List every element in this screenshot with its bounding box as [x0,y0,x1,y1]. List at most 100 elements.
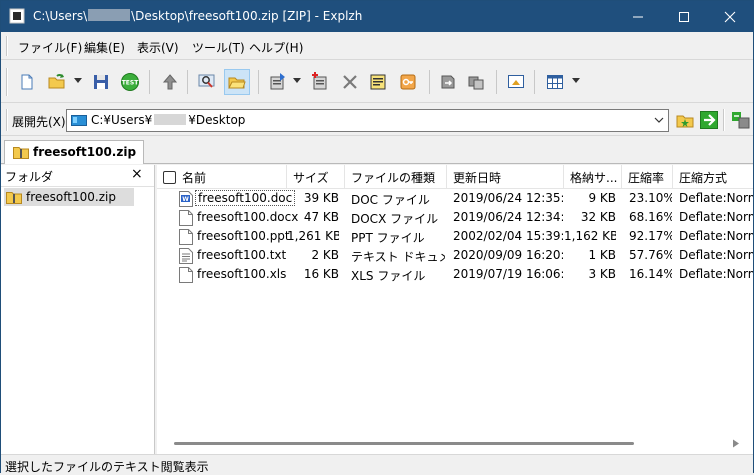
folder-pane-title: フォルダ [5,170,54,184]
toolbar-separator [258,70,259,94]
extract-path-label: 展開先(X) [12,115,66,129]
folder-pane: フォルダ × freesoft100.zip [1,165,155,454]
convert-button[interactable] [435,69,461,95]
pathbar-grip-right[interactable] [723,109,725,131]
toolbar-separator [534,70,535,94]
toolbar-separator [496,70,497,94]
browse-folder-button[interactable] [672,107,698,133]
compression-ratio: 23.10% [629,191,672,205]
title-bar[interactable]: C:\Users\ \Desktop\freesoft100.zip [ZIP] … [1,1,753,32]
self-extract-icon [468,76,484,90]
toolbar-grip[interactable] [6,68,8,96]
compression-ratio: 92.17% [629,229,672,243]
menubar-grip[interactable] [6,36,8,56]
word-doc-icon: W [179,191,193,207]
view-mode-dropdown-arrow[interactable] [572,78,580,83]
properties-button[interactable] [365,69,391,95]
compression-ratio: 68.16% [629,210,672,224]
test-archive-button[interactable]: TEST [117,69,143,95]
file-date: 2020/09/09 16:20:30 [453,248,563,262]
compression-ratio: 16.14% [629,267,672,281]
extract-options-button[interactable] [728,107,754,133]
toolbar-separator [187,70,188,94]
column-header-ratio[interactable]: 圧縮率 [622,165,673,189]
extract-button[interactable] [265,69,291,95]
folder-pane-close-button[interactable]: × [131,166,143,182]
search-button[interactable] [194,69,220,95]
explzh-window: C:\Users\ \Desktop\freesoft100.zip [ZIP] … [0,0,754,474]
file-list: 名前 サイズ ファイルの種類 更新日時 格納サ... 圧縮率 圧縮方式 W fr… [157,165,753,454]
column-header-size[interactable]: サイズ [287,165,345,189]
column-header-method[interactable]: 圧縮方式 [673,165,753,189]
file-date: 2019/06/24 12:34:28 [453,210,563,224]
scrollbar-thumb[interactable] [174,442,634,445]
menu-edit[interactable]: 編集(E) [84,39,125,56]
chevron-down-icon[interactable] [654,116,664,124]
file-size: 2 KB [311,248,339,262]
file-name: freesoft100.doc [195,190,296,206]
menu-view[interactable]: 表示(V) [137,39,179,56]
extract-path-combobox[interactable]: C:¥Users¥ ¥Desktop [66,109,669,132]
tab-label: freesoft100.zip [33,145,137,159]
folder-pane-header: フォルダ × [1,165,154,187]
toolbar-separator [429,70,430,94]
test-icon: TEST [121,73,139,91]
menu-file[interactable]: ファイル(F) [18,39,82,56]
compression-method: Deflate:Normal [679,191,753,205]
column-header-date[interactable]: 更新日時 [447,165,564,189]
table-row[interactable]: W freesoft100.doc 39 KB DOC ファイル 2019/06… [157,189,753,208]
column-header-packed[interactable]: 格納サ... [564,165,622,189]
compression-method: Deflate:Normal [679,267,753,281]
open-dropdown-arrow[interactable] [74,78,82,83]
password-button[interactable] [395,69,421,95]
close-button[interactable] [707,1,753,32]
save-button[interactable] [88,69,114,95]
table-row[interactable]: freesoft100.docx 47 KB DOCX ファイル 2019/06… [157,208,753,227]
table-row[interactable]: freesoft100.ppt 1,261 KB PPT ファイル 2002/0… [157,227,753,246]
app-icon [9,8,25,24]
file-name: freesoft100.xls [197,267,287,281]
blank-file-icon [179,229,193,245]
folder-pane-toggle-button[interactable] [224,69,250,95]
select-all-checkbox[interactable] [163,171,176,184]
minimize-icon [633,16,643,17]
up-folder-button[interactable] [157,69,183,95]
menu-help[interactable]: ヘルプ(H) [249,39,303,56]
packed-size: 9 KB [588,191,616,205]
open-folder-icon [48,74,65,89]
column-header-name[interactable]: 名前 [157,165,287,189]
floppy-icon [94,75,108,89]
file-type: XLS ファイル [351,269,426,283]
pathbar-grip[interactable] [6,109,8,131]
open-archive-button[interactable] [44,69,70,95]
redacted-username [88,9,131,21]
folder-icon [228,77,246,89]
minimize-button[interactable] [615,1,661,32]
extract-path-value: C:¥Users¥ ¥Desktop [91,113,246,127]
extract-dropdown-arrow[interactable] [293,78,301,83]
new-archive-button[interactable] [14,69,40,95]
extract-path-bar: 展開先(X) C:¥Users¥ ¥Desktop [1,104,753,136]
scroll-right-icon[interactable] [732,439,740,448]
tab-archive[interactable]: freesoft100.zip [4,140,144,164]
view-mode-button[interactable] [542,69,568,95]
redacted-username [154,114,187,125]
maximize-button[interactable] [661,1,707,32]
table-row[interactable]: freesoft100.xls 16 KB XLS ファイル 2019/07/1… [157,265,753,284]
folder-tree-item-label: freesoft100.zip [26,190,116,204]
sfx-button[interactable] [463,69,489,95]
drive-icon [71,115,87,126]
table-row[interactable]: freesoft100.txt 2 KB テキスト ドキュメント 2020/09… [157,246,753,265]
folder-star-icon [676,115,694,128]
go-extract-button[interactable] [696,107,722,133]
file-type: DOCX ファイル [351,212,439,226]
file-name: freesoft100.docx [197,210,299,224]
viewer-button[interactable] [503,69,529,95]
add-files-button[interactable] [307,69,333,95]
delete-button[interactable] [337,69,363,95]
horizontal-scrollbar[interactable] [157,433,753,454]
column-header-type[interactable]: ファイルの種類 [345,165,447,189]
menu-tools[interactable]: ツール(T) [192,39,245,56]
folder-tree-item[interactable]: freesoft100.zip [4,188,134,206]
up-arrow-icon [162,74,178,90]
